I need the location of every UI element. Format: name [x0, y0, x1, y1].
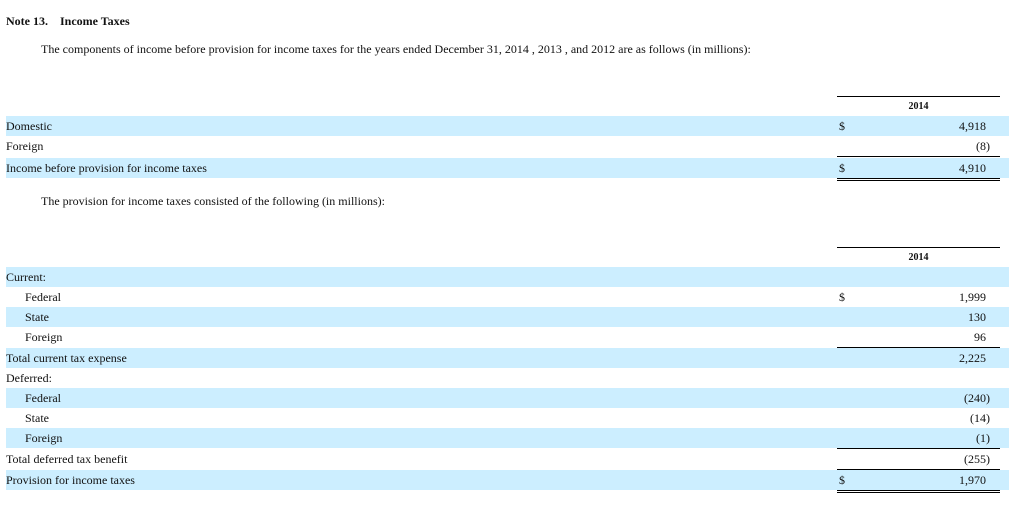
table-row: Domestic $ 4,918 [6, 116, 1009, 136]
row-value: 2,225 [959, 351, 986, 365]
dollar-sign: $ [839, 161, 845, 175]
row-label: Total current tax expense [6, 351, 127, 365]
row-value: (255) [964, 452, 990, 466]
row-value: 4,918 [959, 119, 986, 133]
row-label: Domestic [6, 119, 52, 133]
note-heading: Note 13. Income Taxes [6, 14, 130, 29]
table-row: Foreign (1) [6, 428, 1009, 448]
total-double-rule [837, 490, 1000, 493]
total-double-rule [837, 178, 1000, 181]
table1-year-header: 2014 [837, 96, 1000, 118]
row-label: Provision for income taxes [6, 473, 135, 487]
row-label: Foreign [25, 330, 63, 344]
row-label: Federal [25, 290, 61, 304]
dollar-sign: $ [839, 119, 845, 133]
table-row: Provision for income taxes $ 1,970 [6, 470, 1009, 490]
table-row: Federal (240) [6, 388, 1009, 408]
row-value: 1,970 [959, 473, 986, 487]
dollar-sign: $ [839, 473, 845, 487]
row-value: 1,999 [959, 290, 986, 304]
table-row: Foreign (8) [6, 136, 1009, 156]
subtotal-rule [837, 156, 1000, 157]
row-label: Federal [25, 391, 61, 405]
table-row: Foreign 96 [6, 327, 1009, 347]
row-label: Foreign [25, 431, 63, 445]
row-value: (8) [976, 139, 990, 153]
row-label: State [25, 310, 49, 324]
table2-year-header: 2014 [837, 247, 1000, 269]
row-value: 130 [968, 310, 986, 324]
section-label: Deferred: [6, 371, 52, 385]
row-value: (1) [976, 431, 990, 445]
table1-intro: The components of income before provisio… [41, 42, 751, 56]
table-row: State 130 [6, 307, 1009, 327]
table2-intro: The provision for income taxes consisted… [41, 194, 385, 208]
section-label: Current: [6, 270, 46, 284]
table-row: Income before provision for income taxes… [6, 158, 1009, 178]
dollar-sign: $ [839, 290, 845, 304]
row-value: (240) [964, 391, 990, 405]
row-label: Foreign [6, 139, 44, 153]
row-label: Total deferred tax benefit [6, 452, 128, 466]
table-row: Total current tax expense 2,225 [6, 348, 1009, 368]
table-row: Current: [6, 267, 1009, 287]
note-title: Income Taxes [60, 14, 130, 28]
table-row: Deferred: [6, 368, 1009, 388]
note-number: Note 13. [6, 14, 48, 28]
row-value: 96 [974, 330, 986, 344]
row-label: Income before provision for income taxes [6, 161, 207, 175]
table-row: Federal $ 1,999 [6, 287, 1009, 307]
table-row: State (14) [6, 408, 1009, 428]
row-value: (14) [970, 411, 990, 425]
row-value: 4,910 [959, 161, 986, 175]
row-label: State [25, 411, 49, 425]
table-row: Total deferred tax benefit (255) [6, 449, 1009, 469]
